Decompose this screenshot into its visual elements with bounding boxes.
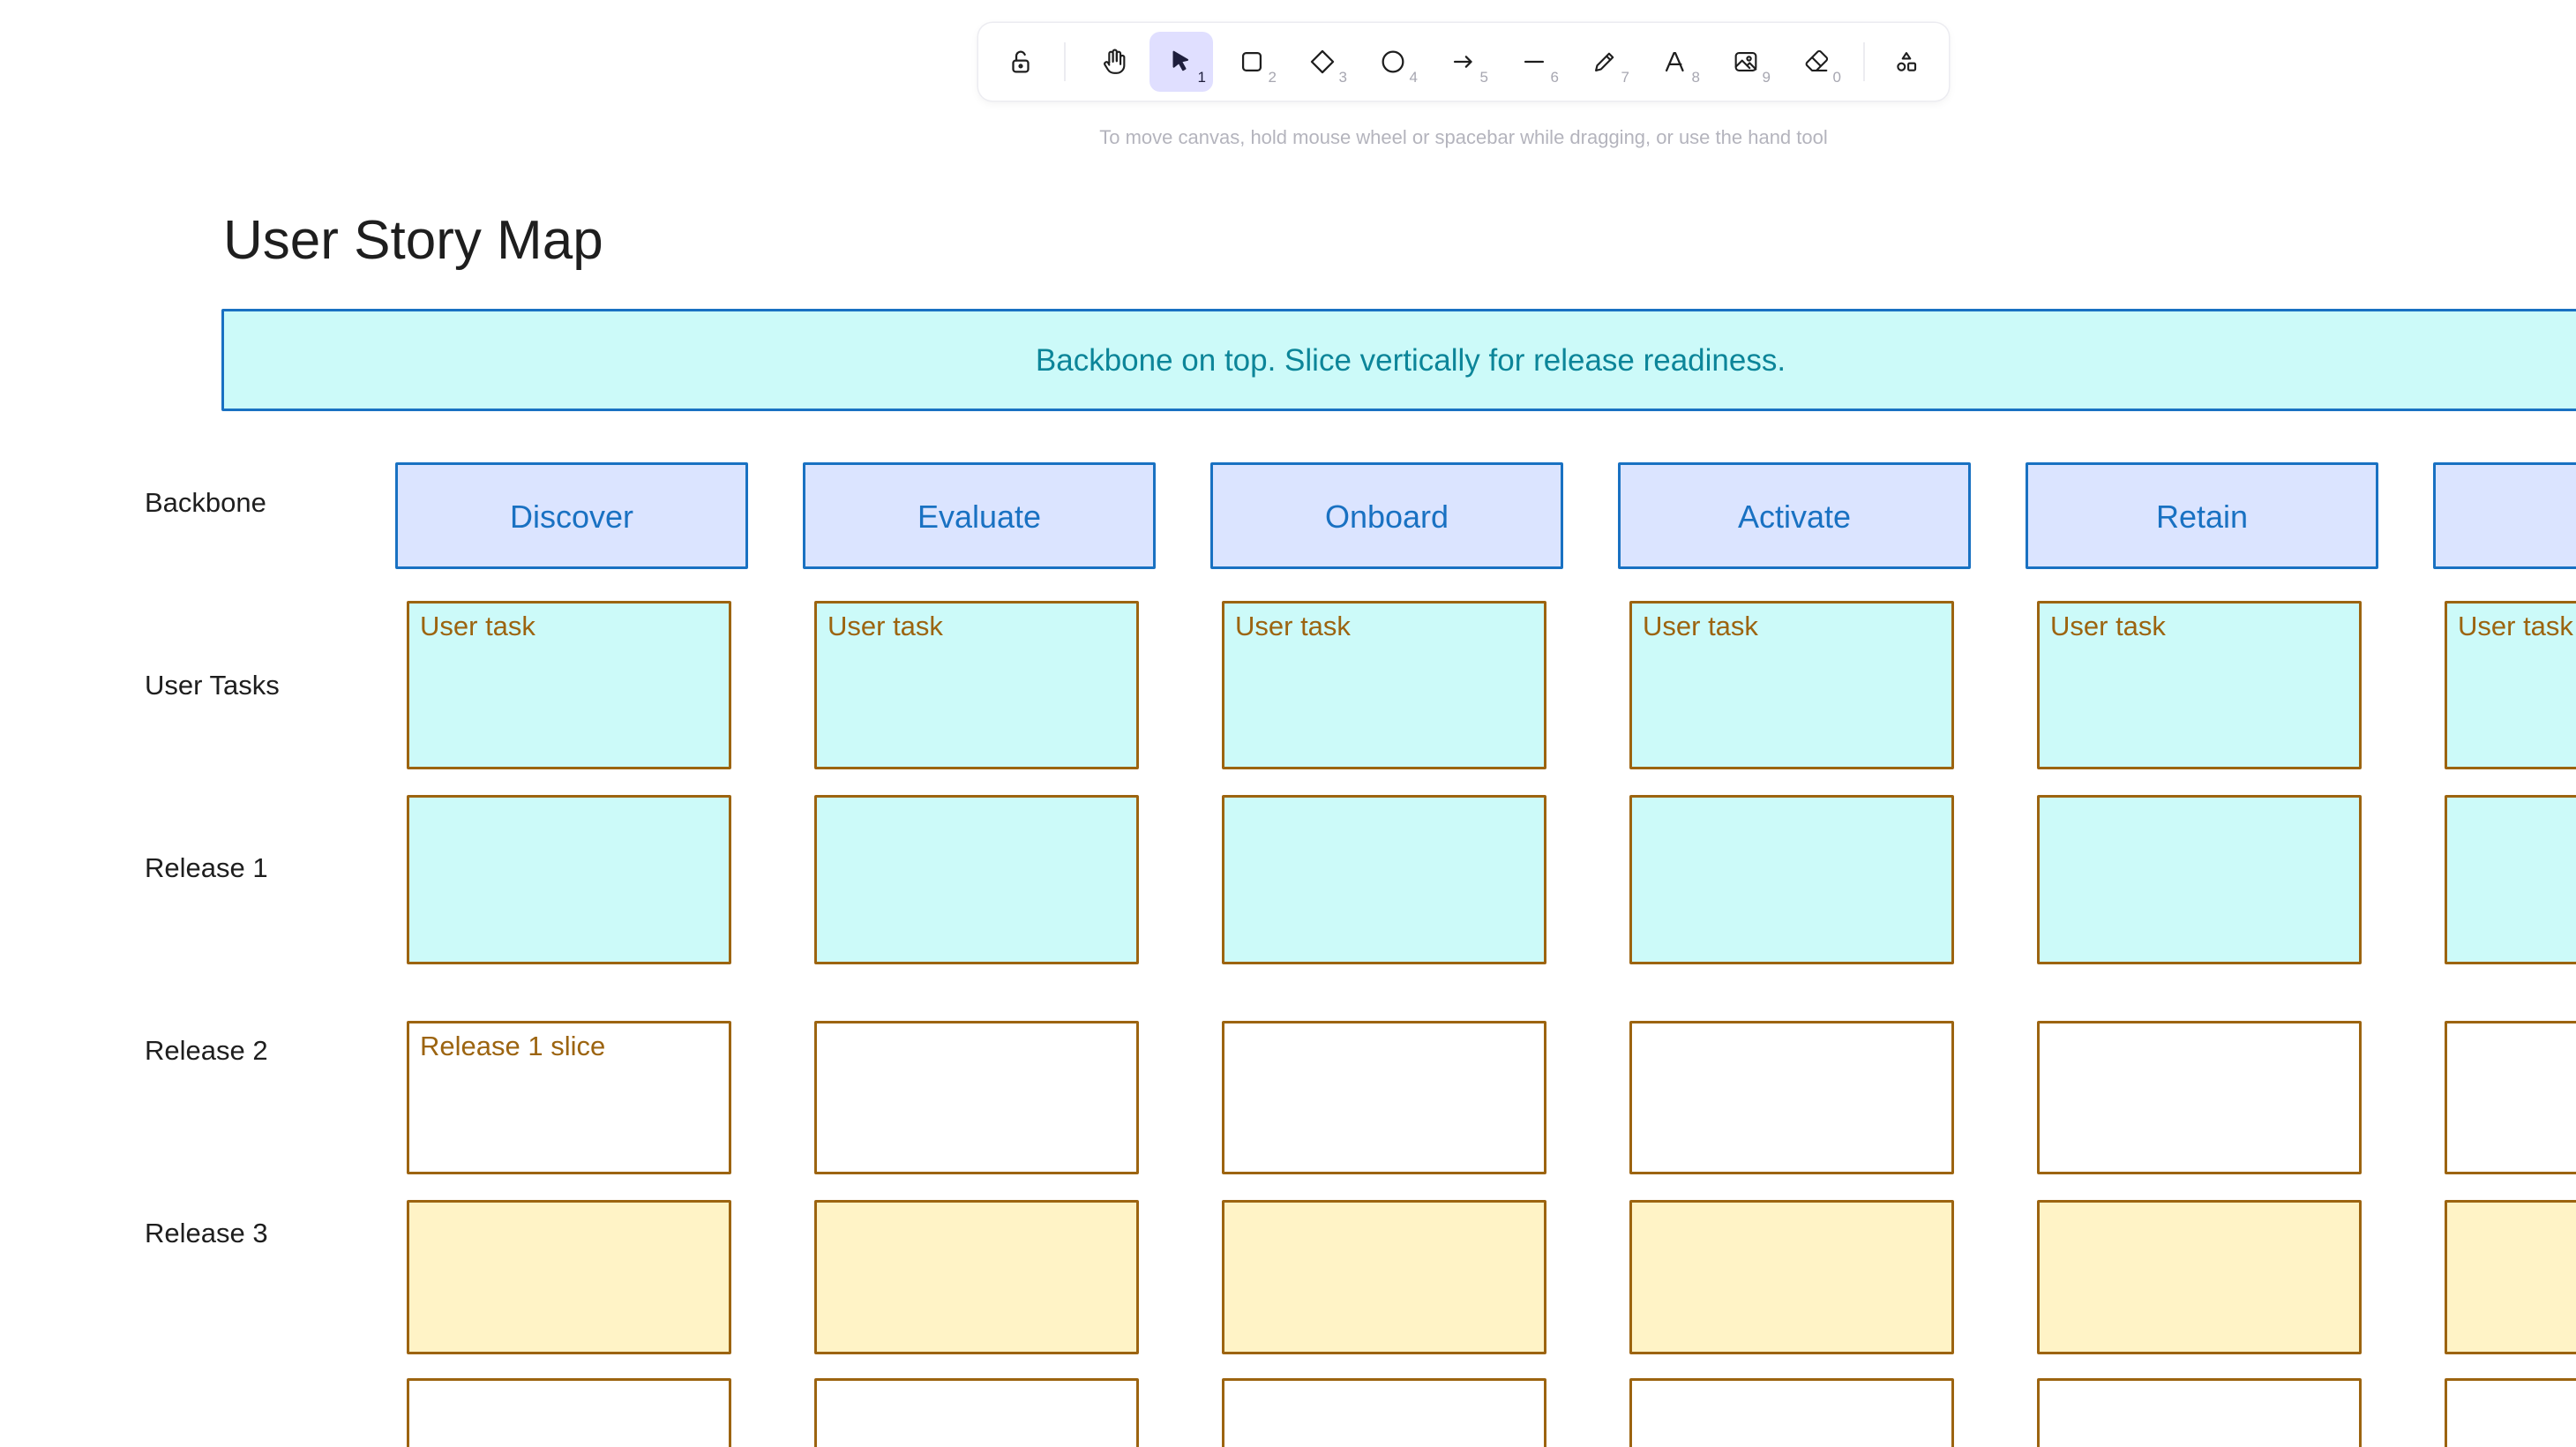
- release-1-card[interactable]: [2037, 795, 2362, 964]
- backbone-label: Onboard: [1324, 499, 1449, 535]
- toolbar-separator: [1064, 42, 1066, 81]
- backbone-box-evaluate[interactable]: Evaluate: [803, 462, 1156, 569]
- backbone-label: Activate: [1737, 499, 1852, 535]
- pencil-icon: [1595, 52, 1614, 71]
- extra-row-card[interactable]: [2445, 1378, 2576, 1447]
- backbone-box-retain[interactable]: Retain: [2026, 462, 2378, 569]
- row-label-release-1[interactable]: Release 1: [145, 851, 268, 885]
- user-task-label: User task: [420, 611, 535, 641]
- row-label-release-2[interactable]: Release 2: [145, 1034, 268, 1068]
- tool-diamond-button[interactable]: 3: [1291, 32, 1354, 92]
- row-label-backbone[interactable]: Backbone: [145, 486, 266, 520]
- user-task-card[interactable]: User task: [814, 601, 1139, 769]
- backbone-box-discover[interactable]: Discover: [395, 462, 748, 569]
- tool-eraser-button[interactable]: 0: [1785, 32, 1848, 92]
- backbone-label: Retain: [2155, 499, 2249, 535]
- tool-shortcut-label: 5: [1479, 69, 1488, 86]
- row-label-release-3[interactable]: Release 3: [145, 1217, 268, 1250]
- release-3-card[interactable]: [407, 1200, 731, 1354]
- tool-ellipse-button[interactable]: 4: [1361, 32, 1425, 92]
- text-icon: [1665, 51, 1684, 72]
- tool-shortcut-label: 3: [1338, 69, 1347, 86]
- tool-rectangle-button[interactable]: 2: [1220, 32, 1284, 92]
- tool-shortcut-label: 4: [1409, 69, 1418, 86]
- shapes-icon: [1897, 52, 1917, 71]
- release-3-card[interactable]: [1629, 1200, 1954, 1354]
- backbone-label: Discover: [509, 499, 634, 535]
- user-task-card[interactable]: User task: [2445, 601, 2576, 769]
- extra-row-card[interactable]: [2037, 1378, 2362, 1447]
- release-2-card[interactable]: Release 1 slice: [407, 1021, 731, 1174]
- release-3-card[interactable]: [2445, 1200, 2576, 1354]
- release-1-card[interactable]: [2445, 795, 2576, 964]
- release-2-card[interactable]: [2037, 1021, 2362, 1174]
- release-2-card[interactable]: [2445, 1021, 2576, 1174]
- user-task-label: User task: [827, 611, 943, 641]
- user-task-card[interactable]: User task: [1629, 601, 1954, 769]
- backbone-label: E: [2436, 499, 2576, 536]
- release-3-card[interactable]: [814, 1200, 1139, 1354]
- guidance-banner[interactable]: Backbone on top. Slice vertically for re…: [221, 309, 2576, 411]
- hand-icon: [1104, 49, 1126, 74]
- diamond-icon: [1310, 49, 1335, 74]
- tool-shortcut-label: 1: [1197, 69, 1206, 86]
- user-task-label: User task: [1235, 611, 1351, 641]
- backbone-label: Evaluate: [917, 499, 1042, 535]
- eraser-icon: [1805, 49, 1829, 71]
- unlock-icon: [1012, 50, 1030, 73]
- release-1-card[interactable]: [814, 795, 1139, 964]
- toolbar: 1 2 3 4 5 6 7 8 9 0: [978, 23, 1949, 101]
- release-3-card[interactable]: [1222, 1200, 1546, 1354]
- extra-row-card[interactable]: [814, 1378, 1139, 1447]
- tool-selection-button[interactable]: 1: [1149, 32, 1213, 92]
- release-1-card[interactable]: [1629, 795, 1954, 964]
- ellipse-icon: [1382, 50, 1404, 73]
- extra-row-card[interactable]: [1222, 1378, 1546, 1447]
- release-1-card[interactable]: [1222, 795, 1546, 964]
- release-2-card[interactable]: [1629, 1021, 1954, 1174]
- tool-shortcut-label: 7: [1621, 69, 1629, 86]
- user-task-card[interactable]: User task: [1222, 601, 1546, 769]
- backbone-box-onboard[interactable]: Onboard: [1210, 462, 1563, 569]
- tool-image-button[interactable]: 9: [1714, 32, 1778, 92]
- lock-toggle-button[interactable]: [989, 32, 1052, 92]
- backbone-box-partial[interactable]: E: [2433, 462, 2576, 569]
- user-task-label: User task: [2458, 611, 2573, 641]
- user-task-card[interactable]: User task: [2037, 601, 2362, 769]
- line-icon: [1524, 60, 1545, 64]
- guidance-banner-text: Backbone on top. Slice vertically for re…: [1035, 343, 1786, 378]
- canvas-hint: To move canvas, hold mouse wheel or spac…: [1099, 126, 1828, 148]
- tool-shortcut-label: 9: [1762, 69, 1771, 86]
- user-task-card[interactable]: User task: [407, 601, 731, 769]
- tool-shortcut-label: 0: [1832, 69, 1841, 86]
- release-slice-label: Release 1 slice: [420, 1031, 606, 1061]
- whiteboard-canvas[interactable]: 1 2 3 4 5 6 7 8 9 0 To move canvas, hold…: [0, 0, 2576, 1447]
- board-title[interactable]: User Story Map: [223, 206, 603, 275]
- release-1-card[interactable]: [407, 795, 731, 964]
- tool-shortcut-label: 6: [1550, 69, 1559, 86]
- more-tools-button[interactable]: [1875, 32, 1938, 92]
- extra-row-card[interactable]: [1629, 1378, 1954, 1447]
- image-icon: [1734, 52, 1757, 71]
- user-task-label: User task: [2050, 611, 2166, 641]
- tool-draw-button[interactable]: 7: [1573, 32, 1636, 92]
- rectangle-icon: [1241, 51, 1262, 72]
- extra-row-card[interactable]: [407, 1378, 731, 1447]
- release-3-card[interactable]: [2037, 1200, 2362, 1354]
- tool-text-button[interactable]: 8: [1644, 32, 1707, 92]
- release-2-card[interactable]: [1222, 1021, 1546, 1174]
- toolbar-separator: [1863, 42, 1865, 81]
- tool-hand-button[interactable]: [1082, 32, 1146, 92]
- tool-shortcut-label: 8: [1691, 69, 1700, 86]
- backbone-box-activate[interactable]: Activate: [1618, 462, 1971, 569]
- row-label-user-tasks[interactable]: User Tasks: [145, 669, 280, 702]
- release-2-card[interactable]: [814, 1021, 1139, 1174]
- tool-shortcut-label: 2: [1268, 69, 1277, 86]
- user-task-label: User task: [1643, 611, 1758, 641]
- selection-pointer-icon: [1172, 50, 1189, 71]
- tool-line-button[interactable]: 6: [1502, 32, 1566, 92]
- arrow-icon: [1453, 56, 1472, 68]
- tool-arrow-button[interactable]: 5: [1432, 32, 1495, 92]
